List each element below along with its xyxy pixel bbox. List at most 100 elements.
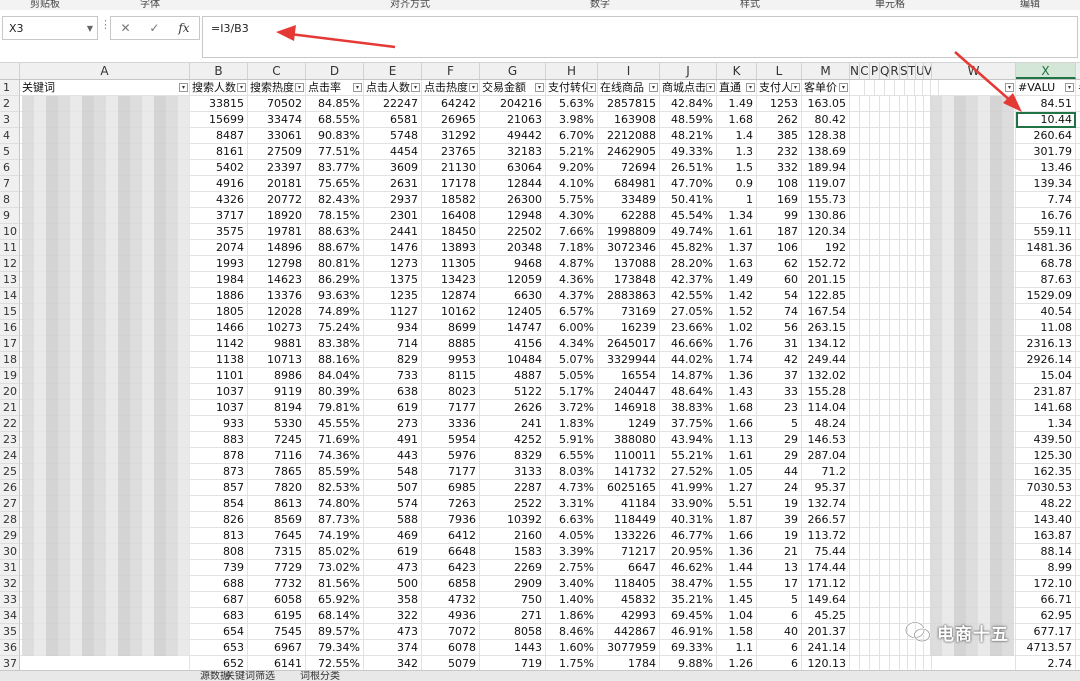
cell-i[interactable]: 1784 <box>598 656 660 670</box>
cell-c2[interactable] <box>860 560 870 576</box>
filter-dropdown-icon[interactable]: ▾ <box>706 83 715 92</box>
cell-x[interactable]: 84.51 <box>1016 96 1076 112</box>
cell-q[interactable] <box>880 320 890 336</box>
cell-f[interactable]: 64242 <box>422 96 480 112</box>
cell-j[interactable]: 43.94% <box>660 432 717 448</box>
cell-m[interactable]: 122.85 <box>802 288 850 304</box>
cell-f[interactable]: 8699 <box>422 320 480 336</box>
cell-y[interactable] <box>1076 480 1080 496</box>
cell-e[interactable]: 491 <box>364 432 422 448</box>
cell-r[interactable] <box>890 384 900 400</box>
cell-l[interactable]: 62 <box>757 256 802 272</box>
row-header[interactable]: 1 <box>0 80 20 96</box>
cell-m[interactable]: 75.44 <box>802 544 850 560</box>
cell-u[interactable] <box>916 112 924 128</box>
cell-q[interactable] <box>880 272 890 288</box>
header-cell-d[interactable]: 点击率 ▾ <box>306 80 364 96</box>
cell-j[interactable]: 33.90% <box>660 496 717 512</box>
cell-n[interactable] <box>850 128 860 144</box>
cell-u[interactable] <box>916 576 924 592</box>
cell-k[interactable]: 1.49 <box>717 96 757 112</box>
cell-s[interactable] <box>900 480 908 496</box>
cell-n[interactable] <box>850 224 860 240</box>
cell-h[interactable]: 8.46% <box>546 624 598 640</box>
row-header[interactable]: 26 <box>0 480 20 496</box>
cell-y[interactable] <box>1076 208 1080 224</box>
cell-e[interactable]: 714 <box>364 336 422 352</box>
cell-r[interactable] <box>890 96 900 112</box>
cell-q[interactable] <box>880 192 890 208</box>
column-header-c[interactable]: C <box>248 63 306 79</box>
cell-j[interactable]: 55.21% <box>660 448 717 464</box>
cell-k[interactable]: 1.36 <box>717 368 757 384</box>
cell-f[interactable]: 5976 <box>422 448 480 464</box>
cell-s[interactable] <box>900 560 908 576</box>
cell-t[interactable] <box>908 144 916 160</box>
cell-f[interactable]: 7177 <box>422 464 480 480</box>
row-header[interactable]: 16 <box>0 320 20 336</box>
cell-q[interactable] <box>880 480 890 496</box>
cell-i[interactable]: 42993 <box>598 608 660 624</box>
cell-i[interactable]: 141732 <box>598 464 660 480</box>
cell-c[interactable]: 33061 <box>248 128 306 144</box>
cell-c[interactable]: 9881 <box>248 336 306 352</box>
cell-n[interactable] <box>850 352 860 368</box>
cell-p[interactable] <box>870 432 880 448</box>
cell-e[interactable]: 2631 <box>364 176 422 192</box>
cell-m[interactable]: 149.64 <box>802 592 850 608</box>
cell-q[interactable] <box>880 160 890 176</box>
cell-c[interactable]: 10273 <box>248 320 306 336</box>
row-header[interactable]: 18 <box>0 352 20 368</box>
cell-u[interactable] <box>916 224 924 240</box>
cell-n[interactable] <box>850 176 860 192</box>
cell-e[interactable]: 574 <box>364 496 422 512</box>
cell-l[interactable]: 262 <box>757 112 802 128</box>
cell-c2[interactable] <box>860 144 870 160</box>
cell-n[interactable] <box>850 208 860 224</box>
cell-b[interactable]: 1984 <box>190 272 248 288</box>
column-header-c[interactable]: C <box>860 63 870 79</box>
header-cell-x[interactable]: #VALU ▾ <box>1016 80 1076 96</box>
cell-b[interactable]: 3575 <box>190 224 248 240</box>
cell-b[interactable]: 854 <box>190 496 248 512</box>
cell-f[interactable]: 3336 <box>422 416 480 432</box>
cell-l[interactable]: 19 <box>757 496 802 512</box>
cell-c[interactable]: 6967 <box>248 640 306 656</box>
cell-k[interactable]: 1.42 <box>717 288 757 304</box>
cell-u[interactable] <box>916 144 924 160</box>
cell-c2[interactable] <box>860 416 870 432</box>
cell-n[interactable] <box>850 368 860 384</box>
cell-x[interactable]: 87.63 <box>1016 272 1076 288</box>
header-cell-i[interactable]: 在线商品 ▾ <box>598 80 660 96</box>
cell-k[interactable]: 1.68 <box>717 112 757 128</box>
cell-u[interactable] <box>916 240 924 256</box>
cell-l[interactable]: 187 <box>757 224 802 240</box>
cell-b[interactable]: 1101 <box>190 368 248 384</box>
cell-t[interactable] <box>908 192 916 208</box>
cell-h[interactable]: 3.31% <box>546 496 598 512</box>
cell-j[interactable]: 41.99% <box>660 480 717 496</box>
cell-c[interactable]: 7116 <box>248 448 306 464</box>
cell-l[interactable]: 108 <box>757 176 802 192</box>
column-header-k[interactable]: K <box>717 63 757 79</box>
cell-e[interactable]: 322 <box>364 608 422 624</box>
cell-s[interactable] <box>900 96 908 112</box>
cell-f[interactable]: 18450 <box>422 224 480 240</box>
cell-y[interactable] <box>1076 384 1080 400</box>
cell-b[interactable]: 683 <box>190 608 248 624</box>
cell-c[interactable]: 8613 <box>248 496 306 512</box>
cell-i[interactable]: 146918 <box>598 400 660 416</box>
cell-d[interactable]: 72.55% <box>306 656 364 670</box>
cell-d[interactable]: 85.59% <box>306 464 364 480</box>
cell-k[interactable]: 1.61 <box>717 448 757 464</box>
column-header-m[interactable]: M <box>802 63 850 79</box>
cell-r[interactable] <box>890 640 900 656</box>
cell-k[interactable]: 1.68 <box>717 400 757 416</box>
cell-s[interactable] <box>900 576 908 592</box>
cell-i[interactable]: 3072346 <box>598 240 660 256</box>
column-header-g[interactable]: G <box>480 63 546 79</box>
cell-e[interactable]: 473 <box>364 624 422 640</box>
cell-e[interactable]: 619 <box>364 544 422 560</box>
cell-j[interactable]: 14.87% <box>660 368 717 384</box>
header-cell-a[interactable]: 关键词 ▾ <box>20 80 190 96</box>
